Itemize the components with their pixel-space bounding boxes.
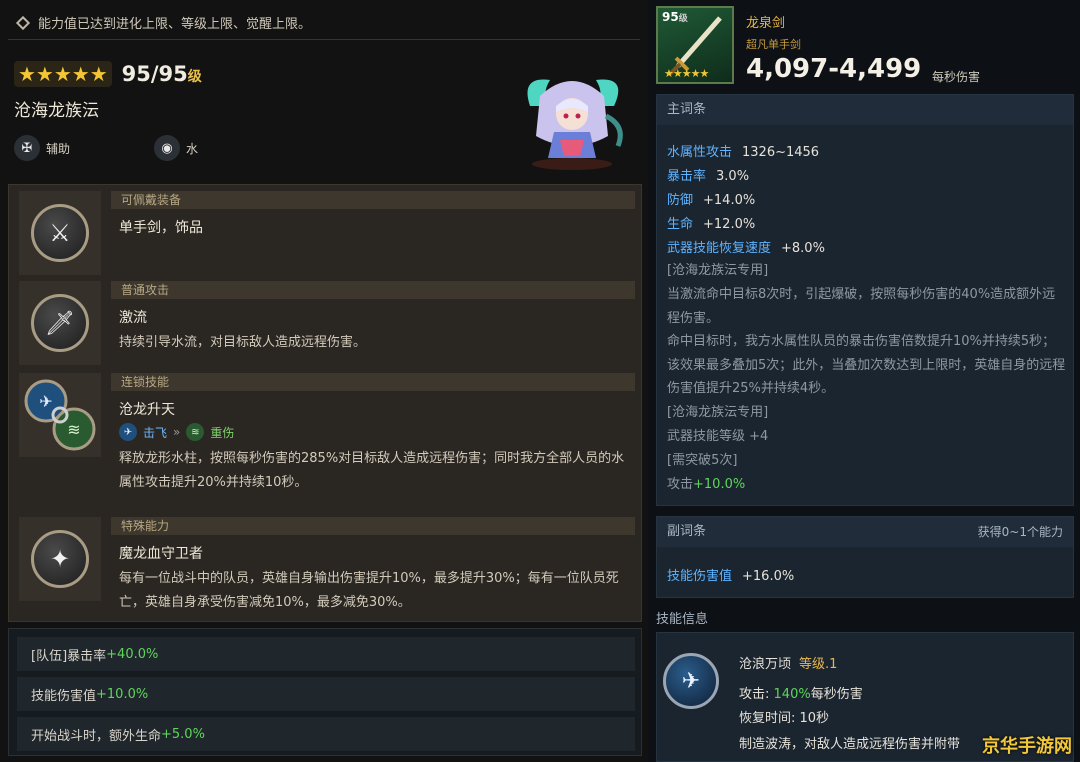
stat-line: 水属性攻击 1326~1456	[667, 145, 820, 160]
special-ability-name: 魔龙血守卫者	[119, 546, 203, 562]
bonus-section: [队伍]暴击率 +40.0% 技能伤害值 +10.0% 开始战斗时，额外生命 +5.0…	[8, 628, 642, 756]
svg-text:✈: ✈	[39, 392, 52, 411]
weapon-skill-level: 武器技能等级 +4	[667, 429, 769, 444]
weapon-damage: 4,097-4,499	[746, 54, 922, 84]
stat-line: 武器技能恢复速度 +8.0%	[667, 241, 825, 256]
bonus-row: 开始战斗时，额外生命 +5.0%	[17, 717, 635, 751]
role-tag[interactable]: ✠ 辅助	[14, 135, 70, 161]
exclusive-effect-text: 当激流命中目标8次时，引起爆破，按照每秒伤害的40%造成额外远程伤害。 命中目标…	[667, 287, 1066, 396]
chain-skill-header: 连锁技能	[111, 373, 635, 391]
special-ability-header: 特殊能力	[111, 517, 635, 535]
sub-stats-range: 获得0~1个能力	[977, 525, 1063, 539]
sword-shield-icon: ⚔	[31, 204, 89, 262]
site-watermark: 京华手游网	[982, 736, 1072, 757]
stat-line: 暴击率 3.0%	[667, 169, 750, 184]
sword-icon[interactable]: 95级 ★★★★★	[656, 6, 734, 84]
blade-icon: 🗡	[31, 294, 89, 352]
attack-bonus: 攻击+10.0%	[667, 477, 746, 492]
weapon-type: 超凡单手剑	[746, 38, 801, 51]
hero-level: 95/95级	[121, 62, 202, 86]
normal-attack-name: 激流	[119, 310, 147, 326]
exclusive-tag-1: [沧海龙族沄专用]	[667, 263, 769, 278]
normal-attack-desc: 持续引导水流，对目标敌人造成远程伤害。	[119, 335, 367, 350]
normal-attack-header: 普通攻击	[111, 281, 635, 299]
diamond-icon	[15, 15, 31, 30]
weapon-panel: 95级 ★★★★★ 龙泉剑 超凡单手剑 4,097-4,499 每秒伤害 主词条…	[648, 0, 1080, 762]
weapon-skill-cooldown: 恢复时间: 10秒	[739, 711, 830, 726]
sparkle-icon: ✦	[31, 530, 89, 588]
equipment-text: 单手剑，饰品	[119, 220, 203, 236]
skill-info-title: 技能信息	[656, 612, 709, 627]
support-crest-icon: ✠	[14, 135, 40, 161]
weapon-header: 95级 ★★★★★ 龙泉剑 超凡单手剑 4,097-4,499 每秒伤害	[656, 6, 1076, 90]
cap-notice-text: 能力值已达到进化上限、等级上限、觉醒上限。	[38, 17, 312, 32]
svg-text:≋: ≋	[67, 420, 80, 439]
skills-section: ⚔ 可佩戴装备 单手剑，饰品 🗡 普通攻击 激流 持续引导水流，对目标敌人造成远…	[8, 184, 642, 622]
normal-attack-row[interactable]: 🗡 普通攻击 激流 持续引导水流，对目标敌人造成远程伤害。	[19, 281, 635, 365]
element-tag[interactable]: ◉ 水	[154, 135, 198, 161]
main-stats-box: 主词条 水属性攻击 1326~1456 暴击率 3.0% 防御 +14.0% 生命 +1…	[656, 94, 1074, 506]
bonus-row: 技能伤害值 +10.0%	[17, 677, 635, 711]
main-stats-title: 主词条	[657, 95, 1073, 125]
weapon-skill-name: 沧浪万顷 等级.1	[739, 657, 838, 672]
weapon-name: 龙泉剑	[746, 16, 786, 31]
exclusive-tag-2: [沧海龙族沄专用]	[667, 405, 769, 420]
cap-notice: 能力值已达到进化上限、等级上限、觉醒上限。	[8, 6, 640, 40]
star-rating: ★★★★★	[14, 61, 112, 87]
water-drop-icon: ◉	[154, 135, 181, 161]
chain-skill-icon: ✈ ≋	[24, 379, 96, 451]
wave-skill-icon: ✈	[663, 653, 719, 709]
wound-icon: ≋	[186, 423, 205, 441]
weapon-stars: ★★★★★	[664, 67, 709, 80]
bonus-row: [队伍]暴击率 +40.0%	[17, 637, 635, 671]
sub-stat-line: 技能伤害值 +16.0%	[667, 569, 795, 584]
sub-stats-box: 副词条 获得0~1个能力 技能伤害值 +16.0%	[656, 516, 1074, 598]
weapon-skill-desc: 制造波涛，对敌人造成远程伤害并附带	[739, 737, 961, 752]
chain-skill-row[interactable]: ✈ ≋ 连锁技能 沧龙升天 ✈ 击飞 » ≋ 重伤 释放龙形水柱，按照每秒伤害的…	[19, 373, 635, 509]
weapon-damage-label: 每秒伤害	[932, 70, 981, 84]
equipment-header: 可佩戴装备	[111, 191, 635, 209]
stat-line: 防御 +14.0%	[667, 193, 756, 208]
hero-sprite	[527, 79, 623, 170]
stat-line: 生命 +12.0%	[667, 217, 756, 232]
chain-condition: ✈ 击飞 » ≋ 重伤	[119, 423, 234, 441]
equipment-row: ⚔ 可佩戴装备 单手剑，饰品	[19, 191, 635, 275]
airborne-icon: ✈	[119, 423, 137, 441]
breakthrough-requirement: [需突破5次]	[667, 453, 738, 468]
chain-arrow-icon: »	[173, 425, 181, 439]
chain-skill-desc: 释放龙形水柱，按照每秒伤害的285%对目标敌人造成远程伤害；同时我方全部人员的水…	[119, 451, 625, 490]
special-ability-row[interactable]: ✦ 特殊能力 魔龙血守卫者 每有一位战斗中的队员，英雄自身输出伤害提升10%，最…	[19, 517, 635, 613]
special-ability-desc: 每有一位战斗中的队员，英雄自身输出伤害提升10%，最多提升30%；每有一位队员死…	[119, 571, 619, 610]
weapon-skill-attack: 攻击: 140%每秒伤害	[739, 687, 863, 702]
chain-skill-name: 沧龙升天	[119, 402, 175, 418]
hero-panel: 能力值已达到进化上限、等级上限、觉醒上限。 ★★★★★ 95/95级 沧海龙族沄…	[0, 0, 648, 762]
